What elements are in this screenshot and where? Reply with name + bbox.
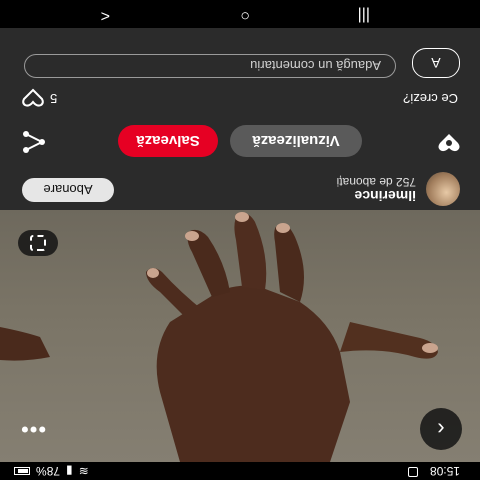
- visual-search-button[interactable]: [18, 230, 58, 256]
- comments-section: Ce crezi? 5 A Adaugă un comentariu: [0, 32, 480, 116]
- user-avatar[interactable]: A: [412, 48, 460, 78]
- status-bar: 15:08 ≋ ▮ 78%: [0, 462, 480, 480]
- visit-button[interactable]: Vizualizează: [230, 125, 362, 157]
- pin-image[interactable]: ‹ •••: [0, 210, 480, 462]
- back-button[interactable]: ‹: [420, 408, 462, 450]
- nav-back-button[interactable]: <: [101, 6, 110, 24]
- screen: 15:08 ≋ ▮ 78% ‹ ••• ilmerince 752 de abo…: [0, 0, 480, 480]
- wifi-icon: ≋: [78, 464, 89, 478]
- system-nav-bar: ||| ○ <: [0, 0, 480, 28]
- comments-title: Ce crezi?: [403, 91, 458, 106]
- creator-name[interactable]: ilmerince: [355, 188, 416, 204]
- battery-percent: 78%: [36, 464, 61, 478]
- like-count: 5: [50, 91, 58, 106]
- notification-icon: [408, 467, 418, 477]
- save-button[interactable]: Salvează: [118, 125, 218, 157]
- follow-button[interactable]: Abonare: [22, 178, 114, 202]
- hand-photo: [0, 212, 438, 462]
- share-icon[interactable]: [20, 128, 48, 156]
- status-right: ≋ ▮ 78%: [14, 464, 89, 478]
- nav-home-button[interactable]: ○: [240, 6, 250, 24]
- heart-icon[interactable]: [22, 88, 44, 108]
- comment-input[interactable]: Adaugă un comentariu: [24, 54, 396, 78]
- creator-avatar[interactable]: [426, 172, 460, 206]
- more-options-button[interactable]: •••: [20, 416, 46, 442]
- lens-icon: [30, 235, 46, 251]
- nav-recents-button[interactable]: |||: [358, 6, 370, 24]
- rotated-screen: 15:08 ≋ ▮ 78% ‹ ••• ilmerince 752 de abo…: [0, 0, 480, 480]
- status-time: 15:08: [429, 464, 460, 478]
- react-icon[interactable]: [436, 130, 462, 156]
- action-row: Vizualizează Salvează: [0, 116, 480, 172]
- battery-icon: [14, 467, 30, 475]
- creator-row: ilmerince 752 de abonați Abonare: [0, 172, 480, 210]
- signal-icon: ▮: [66, 464, 73, 478]
- creator-followers: 752 de abonați: [336, 175, 416, 189]
